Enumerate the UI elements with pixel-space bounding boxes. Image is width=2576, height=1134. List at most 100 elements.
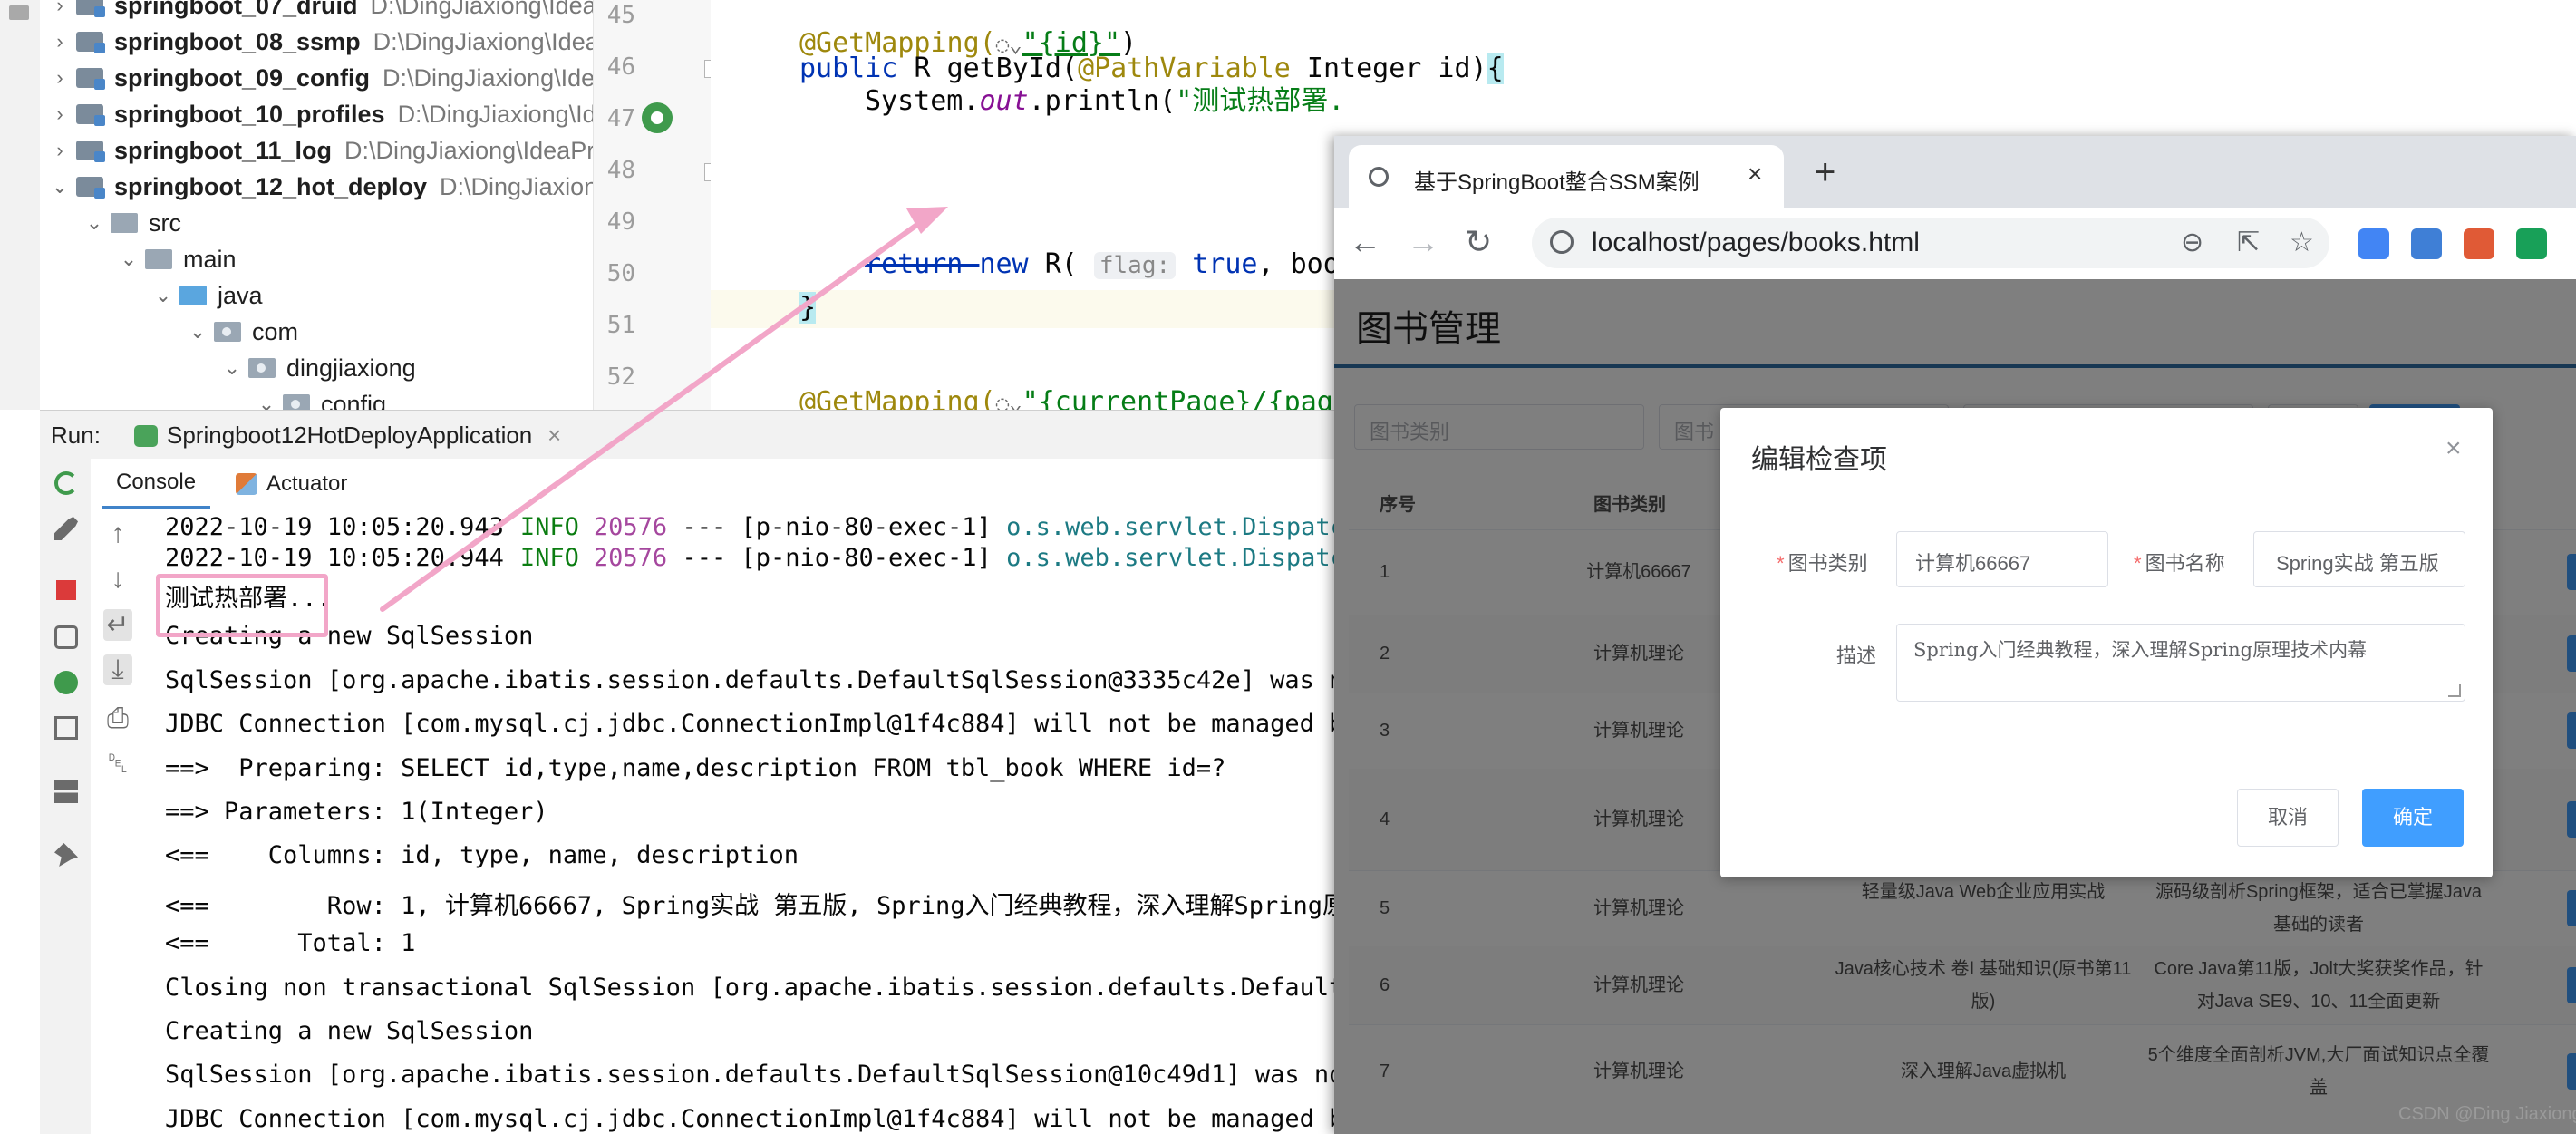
confirm-button[interactable]: 确定 <box>2362 789 2464 847</box>
tree-item[interactable]: ⌄ com <box>187 314 307 350</box>
tree-item[interactable]: ⌄ springboot_12_hot_deploy D:\DingJiaxiong… <box>49 169 593 205</box>
run-config-tab[interactable]: Springboot12HotDeployApplication <box>167 422 532 450</box>
chevron-right-icon[interactable]: › <box>49 30 71 53</box>
forward-button[interactable]: → <box>1407 223 1439 261</box>
module-folder-icon <box>76 68 105 90</box>
chevron-down-icon[interactable]: ⌄ <box>152 284 174 307</box>
edit-dialog: 编辑检查项 × * 图书类别 计算机66667 * 图书名称 Spring实战 第五… <box>1720 408 2493 877</box>
share-icon[interactable]: ⇱ <box>2237 227 2260 258</box>
chevron-right-icon[interactable]: › <box>49 139 71 162</box>
wrench-icon[interactable] <box>54 517 78 540</box>
rerun-icon[interactable] <box>54 471 78 495</box>
tree-item[interactable]: ⌄ main <box>118 241 246 277</box>
actuator-icon <box>236 473 257 495</box>
browser-tab-strip: 基于SpringBoot整合SSM案例 × + <box>1334 136 2576 208</box>
type-label: * 图书类别 <box>1777 552 1868 575</box>
console-line: Creating a new SqlSession <box>165 1017 534 1045</box>
type-field[interactable]: 计算机66667 <box>1896 531 2108 587</box>
chevron-right-icon[interactable]: › <box>49 102 71 126</box>
run-tab-close-icon[interactable]: × <box>547 422 561 450</box>
highlight-box <box>156 574 328 637</box>
tree-item-label: springboot_10_profiles <box>114 100 385 128</box>
mapping-url-icon: ◌⌄ <box>995 391 1022 410</box>
module-folder-icon <box>76 141 105 162</box>
cancel-button[interactable]: 取消 <box>2237 789 2339 847</box>
spring-bean-gutter-icon[interactable] <box>642 102 673 133</box>
tree-item-path: D:\DingJiaxiong\IdeaPr <box>373 27 593 55</box>
pin-icon[interactable] <box>54 843 78 867</box>
tree-item[interactable]: ⌄ src <box>83 205 190 241</box>
tree-item-label: springboot_11_log <box>114 136 333 164</box>
name-field[interactable]: Spring实战 第五版 <box>2253 531 2465 587</box>
tree-item[interactable]: › springboot_08_ssmp D:\DingJiaxiong\IdeaP… <box>49 24 593 60</box>
stop-icon[interactable] <box>56 580 76 600</box>
tree-item[interactable]: › springboot_10_profiles D:\DingJiaxiong\I… <box>49 96 593 132</box>
layout-icon[interactable] <box>54 780 78 803</box>
tree-item-path: D:\DingJiaxiong\Idea <box>397 100 593 128</box>
console-line: JDBC Connection [com.mysql.cj.jdbc.Conne… <box>165 1104 1334 1133</box>
address-bar[interactable]: localhost/pages/books.html ⊖ ⇱ ☆ <box>1532 218 2329 268</box>
camera-icon[interactable] <box>54 625 78 649</box>
resize-handle[interactable] <box>2448 684 2461 697</box>
translate-extension-icon[interactable] <box>2358 228 2389 259</box>
tree-item-label: springboot_07_druid <box>114 0 358 19</box>
soft-wrap-icon[interactable]: ↵ <box>103 609 132 641</box>
folder-icon <box>145 249 172 269</box>
module-folder-icon <box>76 32 105 53</box>
scroll-up-icon[interactable]: ↑ <box>103 519 132 549</box>
bookmark-star-icon[interactable]: ☆ <box>2290 227 2314 258</box>
module-folder-icon <box>76 0 105 17</box>
tree-item[interactable]: ⌄ dingjiaxiong <box>221 350 425 386</box>
chevron-right-icon[interactable]: › <box>49 0 71 17</box>
chevron-down-icon[interactable]: ⌄ <box>221 356 243 380</box>
folder-icon <box>111 213 138 233</box>
chevron-right-icon[interactable]: › <box>49 66 71 90</box>
project-folder-icon[interactable] <box>9 5 29 20</box>
print-icon[interactable]: ⎙ <box>103 703 132 734</box>
browser-tab[interactable]: 基于SpringBoot整合SSM案例 × <box>1349 145 1784 208</box>
tree-item-label: springboot_12_hot_deploy <box>114 172 428 200</box>
site-info-icon[interactable] <box>1550 230 1574 254</box>
chevron-down-icon[interactable]: ⌄ <box>83 211 105 235</box>
chevron-down-icon[interactable]: ⌄ <box>49 175 71 199</box>
close-icon[interactable]: × <box>2445 433 2462 464</box>
zoom-icon[interactable]: ⊖ <box>2181 227 2203 258</box>
line-number: 50 <box>606 260 635 287</box>
tree-item[interactable]: ⌄ java <box>152 277 272 314</box>
reload-button[interactable]: ↻ <box>1465 223 1492 261</box>
tab-console[interactable]: Console <box>102 459 211 509</box>
tree-item-label: src <box>149 208 181 237</box>
tab-actuator[interactable]: Actuator <box>236 459 347 509</box>
tree-item[interactable]: › springboot_09_config D:\DingJiaxiong\Ide… <box>49 60 593 96</box>
chevron-down-icon[interactable]: ⌄ <box>187 320 208 344</box>
tree-item-path: D:\DingJiaxiong\IdeaPr <box>383 63 593 92</box>
chevron-down-icon[interactable]: ⌄ <box>118 247 140 271</box>
extension-icon[interactable] <box>2464 228 2494 259</box>
tree-item-label: config <box>321 390 387 411</box>
console-line: <== Row: 1, 计算机66667, Spring实战 第五版, Spri… <box>165 891 1334 920</box>
clear-all-icon[interactable]: ␡ <box>103 749 132 780</box>
tree-item[interactable]: ⌄ config <box>256 386 395 410</box>
vue-devtools-icon[interactable] <box>2516 228 2547 259</box>
debug-bug-icon[interactable] <box>54 671 78 694</box>
tree-item[interactable]: › springboot_11_log D:\DingJiaxiong\IdeaPr… <box>49 132 593 169</box>
line-number: 45 <box>606 2 635 29</box>
tree-item-path: D:\DingJiaxiong\ <box>440 172 593 200</box>
extension-icon[interactable] <box>2411 228 2442 259</box>
tab-close-icon[interactable]: × <box>1748 160 1762 189</box>
folder-icon <box>179 286 207 305</box>
description-textarea[interactable]: Spring入门经典教程，深入理解Spring原理技术内幕 <box>1896 624 2465 702</box>
package-icon <box>214 322 241 342</box>
exit-icon[interactable] <box>54 716 78 740</box>
tree-item-label: dingjiaxiong <box>286 354 416 382</box>
line-number: 47 <box>606 105 635 132</box>
code-line-50: return new R( flag: true, bookSe <box>865 248 1389 280</box>
new-tab-button[interactable]: + <box>1815 152 1835 193</box>
scroll-down-icon[interactable]: ↓ <box>103 564 132 595</box>
browser-toolbar: ← → ↻ localhost/pages/books.html ⊖ ⇱ ☆ <box>1334 208 2576 280</box>
tree-item-label: springboot_08_ssmp <box>114 27 361 55</box>
tree-item[interactable]: › springboot_07_druid D:\DingJiaxiong\Idea… <box>49 0 593 24</box>
chevron-down-icon[interactable]: ⌄ <box>256 393 277 410</box>
back-button[interactable]: ← <box>1349 223 1381 261</box>
scroll-to-end-icon[interactable]: ⤓ <box>103 654 132 685</box>
